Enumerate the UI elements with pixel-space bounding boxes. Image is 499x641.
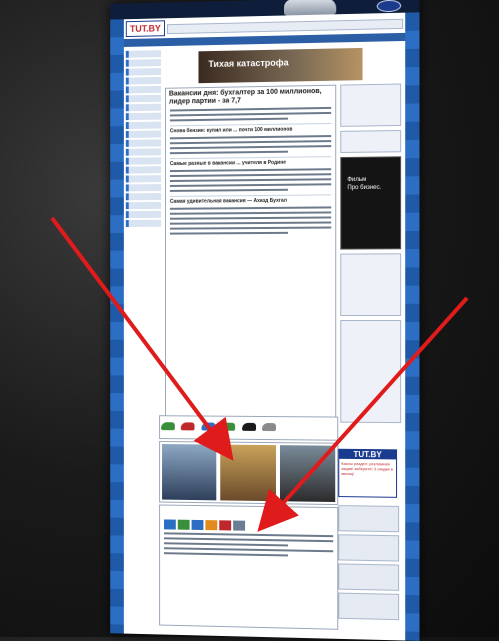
red-arrow-right — [257, 296, 469, 532]
annotation-arrows — [50, 216, 469, 532]
red-arrow-left — [50, 216, 234, 461]
